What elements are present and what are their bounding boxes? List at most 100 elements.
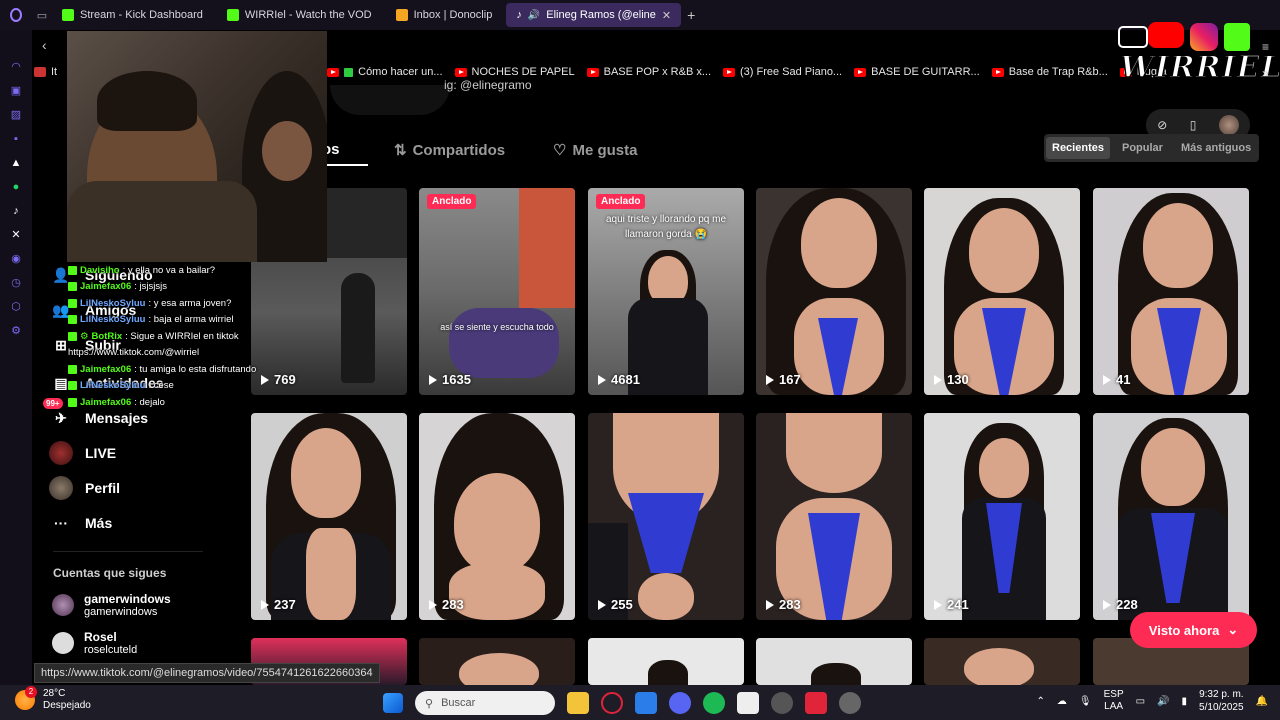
bookmark-item[interactable]: It xyxy=(34,66,57,78)
video-card[interactable]: 41 xyxy=(1093,188,1249,395)
video-card[interactable]: 167 xyxy=(756,188,912,395)
play-icon xyxy=(766,599,774,610)
x-icon[interactable]: ✕ xyxy=(9,228,23,242)
obs-icon[interactable] xyxy=(771,692,793,714)
profile-avatar-large xyxy=(330,85,450,115)
youtube-icon xyxy=(586,67,599,77)
chat-badge-icon xyxy=(68,397,77,407)
video-card[interactable]: 283 xyxy=(419,413,575,620)
language-indicator[interactable]: ESP LAA xyxy=(1104,689,1124,713)
chat-badge-icon xyxy=(68,265,77,275)
video-card[interactable]: 241 xyxy=(924,413,1080,620)
tab-donoclip[interactable]: Inbox | Donoclip xyxy=(386,3,503,27)
user-avatar[interactable] xyxy=(1218,115,1239,135)
following-account[interactable]: Rosel roselcuteld xyxy=(52,630,137,656)
video-card[interactable] xyxy=(924,638,1080,685)
menu-icon[interactable]: ≡ xyxy=(1262,40,1269,54)
chat-message: Davisiho: y ella no va a bailar? xyxy=(68,262,348,279)
back-arrow-icon[interactable]: ‹ xyxy=(42,37,47,53)
video-card[interactable]: 255 xyxy=(588,413,744,620)
notifications-icon[interactable]: 🔔 xyxy=(1256,696,1268,707)
discord-icon[interactable] xyxy=(669,692,691,714)
bookmarks-more-icon[interactable]: » xyxy=(1262,66,1269,80)
view-count-value: 283 xyxy=(442,597,464,612)
cloud-icon[interactable]: ☁ xyxy=(1057,696,1067,707)
bookmark-item[interactable]: Cómo hacer un... xyxy=(327,66,443,78)
sort-recent-button[interactable]: Recientes xyxy=(1046,137,1110,159)
file-explorer-icon[interactable] xyxy=(567,692,589,714)
player-icon[interactable]: ◉ xyxy=(9,252,23,266)
phone-icon[interactable]: ▯ xyxy=(1190,118,1197,132)
new-tab-icon[interactable]: + xyxy=(687,7,695,23)
video-thumbnail xyxy=(811,663,861,685)
video-card[interactable] xyxy=(419,638,575,685)
tab-kick-dashboard[interactable]: Stream - Kick Dashboard xyxy=(52,3,213,27)
extensions-icon[interactable]: ⬡ xyxy=(9,300,23,314)
weather-widget[interactable]: 2 28°C Despejado xyxy=(15,686,91,712)
workspace-icon[interactable]: ▨ xyxy=(9,108,23,122)
tiktok-icon[interactable]: ♪ xyxy=(9,204,23,218)
video-card[interactable]: Anclado aqui triste y llorando pq me lla… xyxy=(588,188,744,395)
tab-tiktok-profile[interactable]: ♪ 🔊 Elineg Ramos (@eline ✕ xyxy=(506,3,682,27)
settings-icon[interactable]: ⚙ xyxy=(9,324,23,338)
chevron-up-icon[interactable]: ⌃ xyxy=(1037,696,1045,707)
tab-reposts[interactable]: ⇅ Compartidos xyxy=(394,141,505,160)
battery-icon[interactable]: ▮ xyxy=(1182,696,1188,707)
video-caption: aqui triste y llorando pq me llamaron go… xyxy=(605,214,727,240)
history-icon[interactable]: ◷ xyxy=(9,276,23,290)
repost-icon: ⇅ xyxy=(394,142,407,159)
store-icon[interactable] xyxy=(635,692,657,714)
bookmark-item[interactable]: (3) Free Sad Piano... xyxy=(723,66,842,78)
bookmark-item[interactable]: NOCHES DE PAPEL xyxy=(454,66,575,78)
video-card[interactable] xyxy=(756,638,912,685)
compass-icon[interactable]: ⊘ xyxy=(1157,118,1167,132)
microphone-icon[interactable]: 🎙 xyxy=(1079,696,1092,707)
aria-ai-icon[interactable]: ▲ xyxy=(9,156,23,170)
spotify-icon[interactable] xyxy=(703,692,725,714)
opera-gx-icon[interactable] xyxy=(601,692,623,714)
messenger-icon[interactable]: ▪ xyxy=(9,132,23,146)
whatsapp-icon[interactable]: ● xyxy=(9,180,23,194)
bookmark-item[interactable]: BASE POP x R&B x... xyxy=(586,66,711,78)
bookmark-label: It xyxy=(51,66,58,78)
nav-profile[interactable]: Perfil xyxy=(49,476,120,500)
video-card[interactable]: 237 xyxy=(251,413,407,620)
video-card[interactable] xyxy=(588,638,744,685)
crypto-wallet-icon[interactable]: ▣ xyxy=(9,84,23,98)
clock[interactable]: 9:32 p. m. 5/10/2025 xyxy=(1199,688,1244,714)
tab-liked[interactable]: ♡ Me gusta xyxy=(553,141,637,160)
following-account[interactable]: gamerwindows gamerwindows xyxy=(52,592,171,618)
nav-more[interactable]: ··· Más xyxy=(49,511,112,535)
weather-badge: 2 xyxy=(25,686,37,698)
video-card[interactable]: 228 xyxy=(1093,413,1249,620)
checkbox-icon xyxy=(344,67,354,77)
view-count: 4681 xyxy=(598,372,640,387)
capcut-icon[interactable] xyxy=(737,692,759,714)
wirriel-watermark-logo: WIRRIEL xyxy=(1112,20,1280,86)
video-thumbnail xyxy=(1143,203,1213,288)
seen-now-button[interactable]: Visto ahora ⌄ xyxy=(1130,612,1257,648)
video-card[interactable]: 283 xyxy=(756,413,912,620)
nav-live[interactable]: LIVE xyxy=(49,441,116,465)
volume-icon[interactable]: 🔊 xyxy=(1157,696,1169,707)
opera-logo-icon[interactable] xyxy=(0,0,32,30)
instagram-icon xyxy=(1190,23,1218,51)
network-icon[interactable]: ▭ xyxy=(1136,696,1145,707)
video-card[interactable]: Anclado así se siente y escucha todo 163… xyxy=(419,188,575,395)
taskbar-search[interactable]: ⚲ Buscar xyxy=(415,691,555,715)
aria-icon[interactable]: ◠ xyxy=(9,60,23,74)
pinned-badge: Anclado xyxy=(427,194,477,209)
tab-manager-icon[interactable]: ▭ xyxy=(32,0,52,30)
sort-popular-button[interactable]: Popular xyxy=(1116,137,1169,159)
sort-oldest-button[interactable]: Más antiguos xyxy=(1175,137,1257,159)
bookmark-item[interactable]: BASE DE GUITARR... xyxy=(854,66,980,78)
bookmark-item[interactable]: Base de Trap R&b... xyxy=(991,66,1108,78)
media-player-icon[interactable] xyxy=(839,692,861,714)
video-card[interactable]: 130 xyxy=(924,188,1080,395)
play-icon xyxy=(598,374,606,385)
tiktok-studio-icon[interactable] xyxy=(805,692,827,714)
windows-start-icon[interactable] xyxy=(383,693,403,713)
close-tab-icon[interactable]: ✕ xyxy=(662,9,671,22)
tab-wirriel-vod[interactable]: WIRRIel - Watch the VOD xyxy=(217,3,382,27)
browser-tabbar: ▭ Stream - Kick Dashboard WIRRIel - Watc… xyxy=(0,0,1280,30)
